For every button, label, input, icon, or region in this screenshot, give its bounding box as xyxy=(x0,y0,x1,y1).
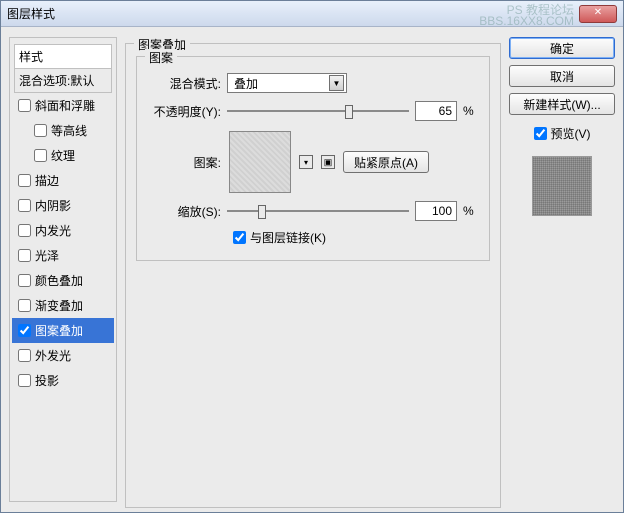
cancel-button[interactable]: 取消 xyxy=(509,65,615,87)
link-with-layer-checkbox[interactable] xyxy=(233,231,246,244)
opacity-input[interactable]: 65 xyxy=(415,101,457,121)
style-checkbox[interactable] xyxy=(34,124,47,137)
style-checkbox[interactable] xyxy=(18,224,31,237)
ok-button[interactable]: 确定 xyxy=(509,37,615,59)
style-checkbox[interactable] xyxy=(18,249,31,262)
slider-thumb[interactable] xyxy=(345,105,353,119)
blend-mode-label: 混合模式: xyxy=(147,75,221,92)
style-label: 投影 xyxy=(35,372,59,389)
blend-options-default[interactable]: 混合选项:默认 xyxy=(14,69,112,93)
opacity-label: 不透明度(Y): xyxy=(147,103,221,120)
styles-heading[interactable]: 样式 xyxy=(14,44,112,69)
scale-slider[interactable] xyxy=(227,202,409,220)
style-label: 图案叠加 xyxy=(35,322,83,339)
blend-mode-select[interactable]: 叠加 ▼ xyxy=(227,73,347,93)
style-item-0[interactable]: 斜面和浮雕 xyxy=(12,93,114,118)
style-item-7[interactable]: 颜色叠加 xyxy=(12,268,114,293)
style-label: 描边 xyxy=(35,172,59,189)
snap-origin-button[interactable]: 贴紧原点(A) xyxy=(343,151,429,173)
style-label: 等高线 xyxy=(51,122,87,139)
opacity-slider[interactable] xyxy=(227,102,409,120)
style-checkbox[interactable] xyxy=(18,199,31,212)
scale-input[interactable]: 100 xyxy=(415,201,457,221)
blend-mode-value: 叠加 xyxy=(234,75,258,92)
preview-label[interactable]: 预览(V) xyxy=(551,125,591,142)
style-item-10[interactable]: 外发光 xyxy=(12,343,114,368)
close-icon[interactable]: ✕ xyxy=(579,5,617,23)
window-controls: ✕ xyxy=(579,5,617,23)
style-checkbox[interactable] xyxy=(18,324,31,337)
style-label: 斜面和浮雕 xyxy=(35,97,95,114)
style-item-3[interactable]: 描边 xyxy=(12,168,114,193)
preview-thumbnail xyxy=(532,156,592,216)
style-item-5[interactable]: 内发光 xyxy=(12,218,114,243)
style-item-11[interactable]: 投影 xyxy=(12,368,114,393)
new-preset-icon[interactable]: ▣ xyxy=(321,155,335,169)
watermark: PS 教程论坛 BBS.16XX8.COM xyxy=(479,5,574,27)
style-checkbox[interactable] xyxy=(34,149,47,162)
style-item-1[interactable]: 等高线 xyxy=(12,118,114,143)
style-item-6[interactable]: 光泽 xyxy=(12,243,114,268)
titlebar[interactable]: 图层样式 PS 教程论坛 BBS.16XX8.COM ✕ xyxy=(1,1,623,27)
style-label: 颜色叠加 xyxy=(35,272,83,289)
style-item-2[interactable]: 纹理 xyxy=(12,143,114,168)
style-label: 内发光 xyxy=(35,222,71,239)
scale-unit: % xyxy=(463,204,479,218)
center-panel: 图案叠加 图案 混合模式: 叠加 ▼ 不透明度(Y): xyxy=(125,37,501,502)
styles-list-panel: 样式 混合选项:默认 斜面和浮雕等高线纹理描边内阴影内发光光泽颜色叠加渐变叠加图… xyxy=(9,37,117,502)
opacity-unit: % xyxy=(463,104,479,118)
style-item-8[interactable]: 渐变叠加 xyxy=(12,293,114,318)
style-label: 光泽 xyxy=(35,247,59,264)
style-label: 渐变叠加 xyxy=(35,297,83,314)
style-checkbox[interactable] xyxy=(18,374,31,387)
style-label: 内阴影 xyxy=(35,197,71,214)
link-with-layer-label[interactable]: 与图层链接(K) xyxy=(250,229,326,246)
style-checkbox[interactable] xyxy=(18,274,31,287)
style-checkbox[interactable] xyxy=(18,299,31,312)
style-checkbox[interactable] xyxy=(18,99,31,112)
new-style-button[interactable]: 新建样式(W)... xyxy=(509,93,615,115)
group-title-pattern: 图案 xyxy=(145,49,177,66)
style-label: 纹理 xyxy=(51,147,75,164)
pattern-label: 图案: xyxy=(147,154,221,171)
window-title: 图层样式 xyxy=(7,5,55,22)
style-item-9[interactable]: 图案叠加 xyxy=(12,318,114,343)
layer-style-dialog: 图层样式 PS 教程论坛 BBS.16XX8.COM ✕ 样式 混合选项:默认 … xyxy=(0,0,624,513)
style-checkbox[interactable] xyxy=(18,174,31,187)
slider-thumb[interactable] xyxy=(258,205,266,219)
style-label: 外发光 xyxy=(35,347,71,364)
scale-label: 缩放(S): xyxy=(147,203,221,220)
preview-checkbox[interactable] xyxy=(534,127,547,140)
chevron-down-icon: ▼ xyxy=(329,75,344,91)
pattern-dropdown-icon[interactable]: ▾ xyxy=(299,155,313,169)
right-panel: 确定 取消 新建样式(W)... 预览(V) xyxy=(509,37,615,502)
style-item-4[interactable]: 内阴影 xyxy=(12,193,114,218)
style-checkbox[interactable] xyxy=(18,349,31,362)
pattern-swatch[interactable] xyxy=(229,131,291,193)
